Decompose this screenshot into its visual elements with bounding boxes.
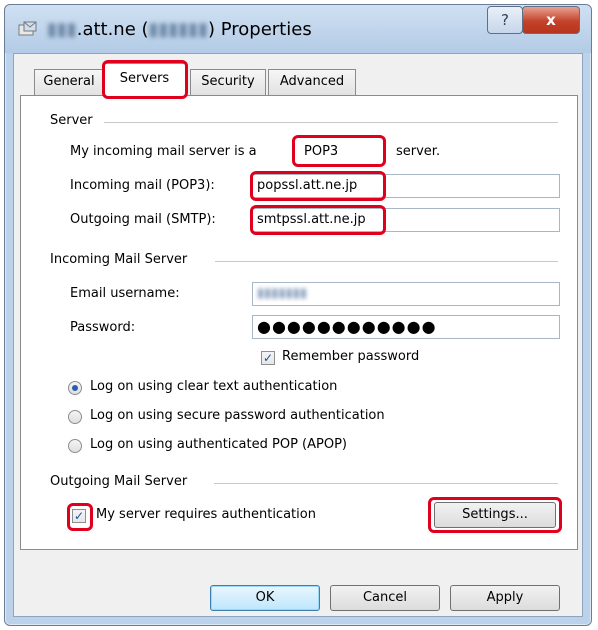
incoming-type-suffix: server.	[396, 144, 441, 159]
close-button[interactable]: x	[522, 6, 580, 34]
title-redacted-account: ▮▮▮▮▮▮	[148, 19, 208, 40]
tab-security[interactable]: Security	[190, 69, 266, 95]
title-domain: .att.ne (	[76, 19, 149, 40]
highlight-incoming-server	[250, 171, 386, 201]
auth-apop-radio[interactable]	[68, 439, 82, 453]
outgoing-mail-label: Outgoing mail (SMTP):	[70, 212, 216, 227]
outgoing-server-section-label: Outgoing Mail Server	[50, 474, 188, 489]
remember-password-label: Remember password	[282, 349, 420, 364]
highlight-servers-tab	[102, 60, 188, 99]
cancel-button[interactable]: Cancel	[330, 585, 440, 611]
mail-account-icon	[18, 21, 37, 36]
tab-general[interactable]: General	[34, 69, 104, 95]
help-button[interactable]: ?	[487, 6, 523, 34]
auth-secure-password-radio[interactable]	[68, 410, 82, 424]
server-section-label: Server	[50, 113, 93, 128]
password-field[interactable]: ●●●●●●●●●●●●	[252, 315, 560, 339]
highlight-server-type	[292, 135, 386, 167]
email-username-label: Email username:	[70, 286, 180, 301]
incoming-mail-label: Incoming mail (POP3):	[70, 178, 215, 193]
email-username-value: ▮▮▮▮▮▮▮	[257, 286, 308, 301]
incoming-server-section-label: Incoming Mail Server	[50, 252, 188, 267]
incoming-server-section-divider	[215, 261, 558, 262]
requires-auth-label: My server requires authentication	[96, 507, 316, 522]
auth-apop-label: Log on using authenticated POP (APOP)	[90, 437, 347, 452]
highlight-requires-auth	[67, 503, 93, 531]
email-username-field[interactable]: ▮▮▮▮▮▮▮	[252, 282, 560, 306]
remember-password-checkbox[interactable]: ✓	[261, 351, 275, 365]
close-icon: x	[546, 11, 556, 29]
highlight-settings-button	[428, 497, 562, 533]
title-suffix: ) Properties	[207, 19, 312, 40]
apply-button[interactable]: Apply	[450, 585, 560, 611]
window-title: ▮▮▮.att.ne (▮▮▮▮▮▮) Properties	[47, 19, 312, 40]
incoming-type-label: My incoming mail server is a	[70, 144, 257, 159]
highlight-outgoing-server	[250, 205, 386, 235]
outgoing-server-section-divider	[214, 483, 558, 484]
password-label: Password:	[70, 320, 136, 335]
tab-advanced[interactable]: Advanced	[268, 69, 356, 95]
auth-secure-password-label: Log on using secure password authenticat…	[90, 408, 385, 423]
auth-clear-text-radio[interactable]	[68, 381, 82, 395]
help-icon: ?	[501, 11, 509, 29]
auth-clear-text-label: Log on using clear text authentication	[90, 379, 338, 394]
title-redacted-prefix: ▮▮▮	[47, 19, 77, 40]
title-bar[interactable]: ▮▮▮.att.ne (▮▮▮▮▮▮) Properties ? x	[5, 5, 591, 53]
ok-button[interactable]: OK	[210, 585, 320, 611]
server-section-divider	[104, 122, 558, 123]
